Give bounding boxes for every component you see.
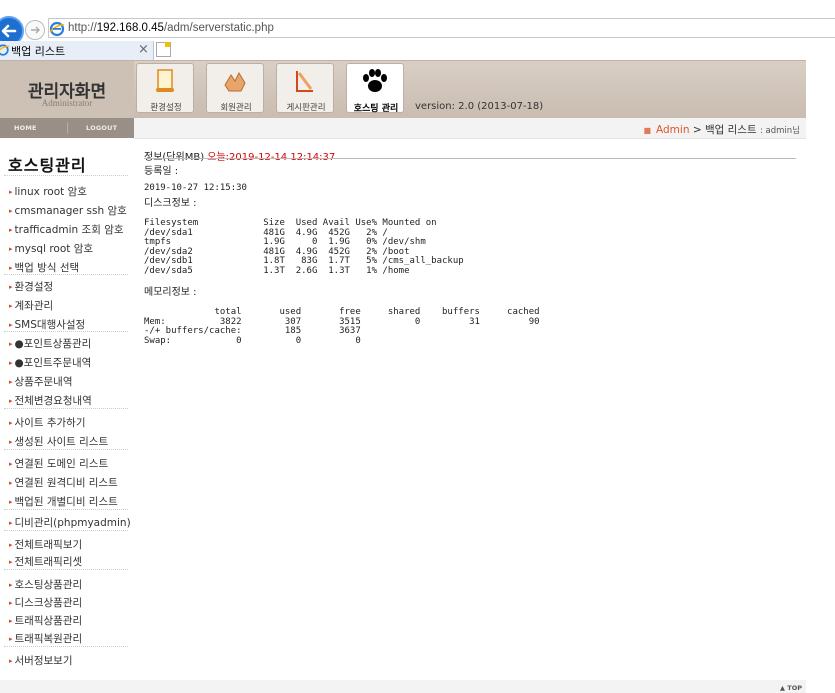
divider bbox=[4, 569, 128, 570]
breadcrumb-separator: > bbox=[692, 124, 702, 136]
url-text[interactable]: http://192.168.0.45/adm/serverstatic.php bbox=[68, 22, 274, 34]
close-icon[interactable]: × bbox=[138, 42, 149, 57]
disk-info-output: Filesystem Size Used Avail Use% Mounted … bbox=[144, 218, 464, 276]
breadcrumb-root[interactable]: Admin bbox=[656, 124, 689, 136]
document-icon bbox=[156, 69, 174, 92]
paw-icon bbox=[363, 69, 387, 92]
ie-icon bbox=[49, 21, 65, 37]
divider bbox=[4, 274, 128, 275]
divider bbox=[4, 530, 128, 531]
sidebar-item-mysql-root[interactable]: mysql root 암호 bbox=[9, 241, 94, 256]
sidebar-item-backup-method[interactable]: 백업 방식 선택 bbox=[9, 260, 80, 275]
brand[interactable]: 관리자화면 Administrator bbox=[0, 61, 134, 119]
sidebar: HOME LOGOUT 호스팅관리 linux root 암호 cmsmanag… bbox=[0, 118, 135, 680]
sidebar-item-trafficadmin[interactable]: trafficadmin 조회 암호 bbox=[9, 222, 124, 237]
sidebar-item-remote-db-list[interactable]: 연결된 원격디비 리스트 bbox=[9, 475, 118, 490]
divider bbox=[144, 158, 796, 159]
forward-button[interactable] bbox=[25, 20, 45, 40]
breadcrumb-current: 백업 리스트 bbox=[704, 124, 757, 136]
members-icon bbox=[224, 71, 246, 92]
menu-tab-settings[interactable]: 환경설정 bbox=[136, 63, 194, 113]
sidebar-item-change-requests[interactable]: 전체변경요청내역 bbox=[9, 393, 92, 408]
version-text: version: 2.0 (2013-07-18) bbox=[415, 101, 544, 112]
sidebar-item-backup-db-list[interactable]: 백업된 개별디비 리스트 bbox=[9, 494, 118, 509]
admin-user: : admin님 bbox=[759, 126, 800, 136]
footer-bar: ▲ TOP bbox=[0, 680, 806, 693]
sidebar-item-domain-list[interactable]: 연결된 도메인 리스트 bbox=[9, 456, 109, 471]
sidebar-item-settings[interactable]: 환경설정 bbox=[9, 279, 54, 294]
tab-backup-list[interactable]: 백업 리스트 × bbox=[0, 41, 154, 60]
divider bbox=[4, 331, 128, 332]
sidebar-item-add-site[interactable]: 사이트 추가하기 bbox=[9, 415, 86, 430]
sidebar-item-point-products[interactable]: ●포인트상품관리 bbox=[9, 336, 92, 351]
sidebar-item-linux-root[interactable]: linux root 암호 bbox=[9, 184, 87, 199]
sidebar-item-server-info[interactable]: 서버정보보기 bbox=[9, 653, 73, 668]
sidebar-item-site-list[interactable]: 생성된 사이트 리스트 bbox=[9, 434, 109, 449]
menu-tab-label: 게시판관리 bbox=[286, 103, 326, 113]
brand-subtitle: Administrator bbox=[41, 98, 93, 108]
page-margin bbox=[806, 60, 835, 693]
home-link[interactable]: HOME bbox=[14, 124, 37, 132]
sidebar-item-sms[interactable]: SMS대행사설정 bbox=[9, 317, 86, 332]
sidebar-item-phpmyadmin[interactable]: 디비관리(phpmyadmin) bbox=[9, 515, 131, 530]
breadcrumb: ■ Admin > 백업 리스트 : admin님 bbox=[643, 122, 800, 137]
browser-toolbar: http://192.168.0.45/adm/serverstatic.php bbox=[0, 0, 835, 46]
sidebar-item-traffic-products[interactable]: 트래픽상품관리 bbox=[9, 613, 83, 628]
divider bbox=[4, 509, 128, 510]
menu-tab-board[interactable]: 게시판관리 bbox=[276, 63, 334, 113]
main-content: ■ Admin > 백업 리스트 : admin님 정보(단위MB) 오늘:201… bbox=[134, 118, 806, 680]
url-prefix: http:// bbox=[68, 22, 97, 34]
sidebar-item-hosting-products[interactable]: 호스팅상품관리 bbox=[9, 577, 83, 592]
memory-info-label: 메모리정보 : bbox=[144, 287, 197, 298]
admin-header: 관리자화면 Administrator 환경설정 회원관리 게시판관리 호스팅 … bbox=[0, 60, 806, 119]
sidebar-item-traffic-reset[interactable]: 전체트래픽리셋 bbox=[9, 554, 83, 569]
sidebar-item-traffic-restore[interactable]: 트래픽복원관리 bbox=[9, 631, 83, 646]
divider bbox=[67, 122, 68, 134]
top-link[interactable]: ▲ TOP bbox=[780, 684, 802, 692]
sidebar-item-cmsmanager-ssh[interactable]: cmsmanager ssh 암호 bbox=[9, 203, 127, 218]
arrow-right-icon bbox=[31, 26, 40, 34]
bullet-icon: ■ bbox=[643, 126, 652, 135]
breadcrumb-bar: ■ Admin > 백업 리스트 : admin님 bbox=[134, 118, 806, 139]
divider bbox=[4, 646, 128, 647]
new-tab-button[interactable] bbox=[156, 42, 171, 57]
url-path: /adm/serverstatic.php bbox=[163, 22, 274, 34]
backup-timestamp: 2019-10-27 12:15:30 bbox=[144, 183, 247, 193]
sidebar-top-links: HOME LOGOUT bbox=[0, 118, 134, 138]
sidebar-item-point-orders[interactable]: ●포인트주문내역 bbox=[9, 355, 92, 370]
url-host: 192.168.0.45 bbox=[96, 22, 164, 34]
menu-tab-label: 환경설정 bbox=[150, 103, 182, 113]
board-icon bbox=[296, 71, 313, 92]
sidebar-item-disk-products[interactable]: 디스크상품관리 bbox=[9, 595, 83, 610]
sidebar-item-accounts[interactable]: 계좌관리 bbox=[9, 298, 54, 313]
sidebar-title: 호스팅관리 bbox=[8, 156, 87, 175]
menu-tab-hosting[interactable]: 호스팅 관리 bbox=[346, 63, 404, 114]
divider bbox=[4, 175, 128, 176]
divider bbox=[4, 449, 128, 450]
registered-label: 등록일 : bbox=[144, 166, 179, 177]
sidebar-item-product-orders[interactable]: 상품주문내역 bbox=[9, 374, 73, 389]
info-header: 정보(단위MB) 오늘:2019-12-14 12:14:37 bbox=[144, 148, 335, 163]
ie-icon bbox=[0, 44, 10, 56]
menu-tab-label: 회원관리 bbox=[220, 103, 252, 113]
memory-info-output: total used free shared buffers cached Me… bbox=[144, 307, 540, 346]
disk-info-label: 디스크정보 : bbox=[144, 198, 197, 209]
menu-tab-label: 호스팅 관리 bbox=[353, 104, 399, 114]
sidebar-item-traffic-view[interactable]: 전체트래픽보기 bbox=[9, 537, 83, 552]
divider bbox=[4, 408, 128, 409]
tab-title: 백업 리스트 bbox=[11, 45, 66, 58]
logout-link[interactable]: LOGOUT bbox=[86, 124, 117, 132]
tab-bar: 백업 리스트 × bbox=[0, 41, 835, 61]
arrow-left-icon bbox=[1, 24, 17, 38]
menu-tab-members[interactable]: 회원관리 bbox=[206, 63, 264, 113]
